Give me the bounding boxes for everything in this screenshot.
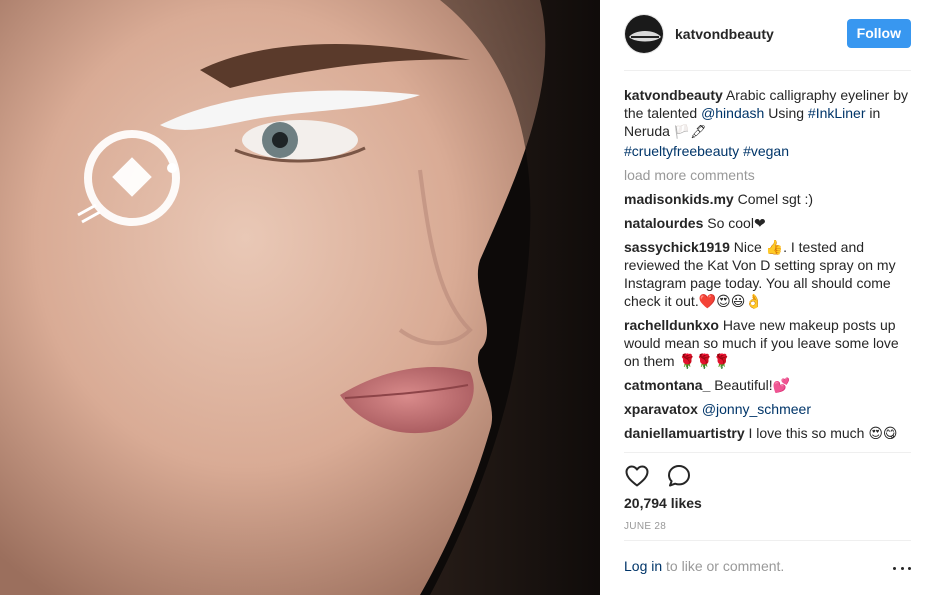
comment-text: Comel sgt :) [737, 191, 814, 207]
post-date[interactable]: JUNE 28 [624, 521, 666, 532]
comment-mention[interactable]: @jonny_schmeer [702, 401, 811, 417]
list-item: sassychick1919 Nice 👍. I tested and revi… [624, 238, 911, 310]
more-dot-icon [908, 566, 911, 570]
footer-divider [624, 540, 911, 541]
caption-text-2: Using [764, 105, 808, 121]
comment-username[interactable]: natalourdes [624, 215, 703, 231]
list-item: madisonkids.my Comel sgt :) [624, 190, 911, 208]
comments-list: katvondbeauty Arabic calligraphy eyeline… [624, 86, 911, 454]
list-item: daniellamuartistry I love this so much 😍… [624, 424, 911, 442]
post-header: katvondbeauty Follow [624, 14, 911, 54]
comment-username[interactable]: daniellamuartistry [624, 425, 745, 441]
comment-username[interactable]: catmontana_ [624, 377, 710, 393]
header-divider [624, 70, 911, 71]
post-side-panel: katvondbeauty Follow katvondbeauty Arabi… [600, 0, 934, 595]
avatar[interactable] [624, 14, 664, 54]
like-button[interactable] [624, 463, 650, 489]
caption-mention[interactable]: @hindash [701, 105, 764, 121]
caption-hashtag-inkliner[interactable]: #InkLiner [808, 105, 866, 121]
post-author-username[interactable]: katvondbeauty [675, 26, 774, 42]
comment-username[interactable]: rachelldunkxo [624, 317, 719, 333]
post-actions [624, 462, 708, 490]
post-caption: katvondbeauty Arabic calligraphy eyeline… [624, 86, 911, 160]
follow-button[interactable]: Follow [846, 19, 911, 48]
load-more-comments-button[interactable]: load more comments [624, 166, 911, 184]
caption-hashtag-vegan[interactable]: #vegan [743, 143, 789, 159]
more-dot-icon [893, 566, 896, 570]
comment-icon [668, 465, 690, 487]
heart-icon [625, 465, 649, 487]
comment-text: Beautiful!💕 [714, 377, 791, 393]
comment-text: So cool❤ [707, 215, 766, 231]
list-item: rachelldunkxo Have new makeup posts up w… [624, 316, 911, 370]
login-link[interactable]: Log in [624, 558, 662, 574]
list-item: xparavatox @jonny_schmeer [624, 400, 911, 418]
comment-button[interactable] [666, 463, 692, 489]
comment-username[interactable]: madisonkids.my [624, 191, 734, 207]
comment-text: I love this so much 😍😋 [748, 425, 898, 441]
more-dot-icon [900, 566, 904, 570]
list-item: catmontana_ Beautiful!💕 [624, 376, 911, 394]
caption-username[interactable]: katvondbeauty [624, 87, 723, 103]
comments-divider [624, 452, 911, 453]
caption-emoji: 🏳️🖋 [673, 125, 707, 140]
comment-username[interactable]: sassychick1919 [624, 239, 730, 255]
like-count[interactable]: 20,794 likes [624, 495, 702, 511]
avatar-image [625, 15, 663, 53]
more-options-button[interactable] [893, 562, 911, 574]
login-prompt-text: to like or comment. [662, 558, 785, 574]
list-item: natalourdes So cool❤ [624, 214, 911, 232]
comment-username[interactable]: xparavatox [624, 401, 698, 417]
post-photo [0, 0, 600, 595]
portrait-photo [0, 0, 600, 595]
login-prompt: Log in to like or comment. [624, 558, 911, 578]
caption-hashtag-crueltyfree[interactable]: #crueltyfreebeauty [624, 143, 739, 159]
